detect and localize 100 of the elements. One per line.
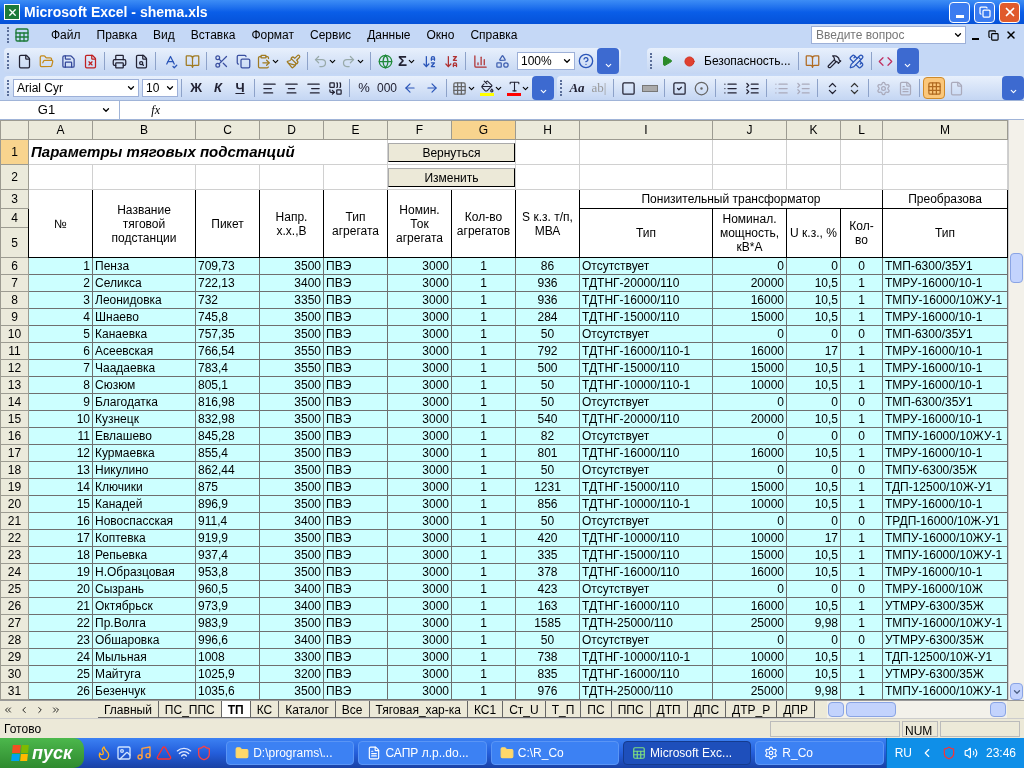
- menu-item[interactable]: Сервис: [302, 25, 360, 45]
- menu-item[interactable]: Данные: [359, 25, 419, 45]
- column-heading: Напр. х.х.,В: [259, 189, 324, 258]
- sheet-tab[interactable]: ТП: [221, 701, 251, 718]
- restore-button[interactable]: [974, 1, 995, 23]
- menu-item[interactable]: Правка: [88, 25, 146, 45]
- column-header[interactable]: K: [786, 120, 841, 140]
- gear-icon: [764, 746, 779, 760]
- column-header[interactable]: D: [259, 120, 324, 140]
- sheet-tab[interactable]: Т_П: [545, 701, 582, 718]
- sheet-tab[interactable]: ПС: [581, 701, 612, 718]
- scroll-thumb[interactable]: [1010, 253, 1023, 283]
- column-heading: Кол-во: [840, 208, 883, 258]
- zoom-field[interactable]: 100%: [517, 52, 575, 70]
- row-header[interactable]: 2: [0, 164, 29, 190]
- toolbar-options-icon[interactable]: [532, 76, 555, 100]
- column-header[interactable]: J: [712, 120, 787, 140]
- return-button[interactable]: Вернуться: [388, 143, 515, 162]
- sheet-tab[interactable]: Главный: [98, 701, 159, 718]
- network-icon[interactable]: [176, 745, 193, 761]
- font-field[interactable]: Arial Cyr: [13, 79, 139, 97]
- sheet-tab[interactable]: ДПС: [687, 701, 727, 718]
- caret-icon: [126, 83, 136, 93]
- column-heading: U к.з., %: [786, 208, 841, 258]
- vertical-scrollbar[interactable]: [1008, 120, 1024, 700]
- column-heading: Тип агрегата: [323, 189, 388, 258]
- sheet-tab[interactable]: Тяговая_хар-ка: [369, 701, 468, 718]
- column-header[interactable]: F: [387, 120, 452, 140]
- taskbar-button[interactable]: C:\R_Co: [490, 741, 620, 765]
- function-button[interactable]: fx: [120, 101, 168, 119]
- close-button[interactable]: [999, 1, 1020, 23]
- sheet-tab[interactable]: ДПР: [777, 701, 815, 718]
- name-box[interactable]: G1: [0, 101, 120, 119]
- menu-item[interactable]: Вставка: [182, 25, 244, 45]
- undo-arrow-icon: [313, 53, 328, 69]
- column-header[interactable]: M: [882, 120, 1008, 140]
- italic-button[interactable]: К: [207, 77, 229, 99]
- horizontal-scrollbar[interactable]: [827, 701, 1007, 718]
- sheet-tab[interactable]: КС1: [468, 701, 504, 718]
- underline-button[interactable]: Ч: [229, 77, 251, 99]
- row-header[interactable]: 5: [0, 227, 29, 258]
- caret-icon: [101, 105, 111, 115]
- column-header[interactable]: H: [515, 120, 580, 140]
- menu-item[interactable]: Окно: [418, 25, 463, 45]
- picture-viewer-icon[interactable]: [116, 745, 133, 761]
- thousands-button[interactable]: 000: [375, 77, 400, 99]
- minimize-button[interactable]: [949, 1, 970, 23]
- sheet-tab[interactable]: Все: [335, 701, 370, 718]
- restore-icon: [978, 6, 991, 18]
- column-header[interactable]: G: [451, 120, 516, 140]
- select-all-corner[interactable]: [0, 120, 29, 140]
- column-header[interactable]: B: [92, 120, 196, 140]
- paint-bucket-icon: [480, 80, 495, 96]
- folder-icon: [499, 746, 514, 760]
- sheet-tab[interactable]: ППС: [611, 701, 651, 718]
- grid-toggle-icon[interactable]: [923, 77, 946, 99]
- last-icon: [51, 704, 61, 715]
- column-heading: S к.з. т/п, МВА: [515, 189, 580, 258]
- column-heading: Номинал. мощность, кВ*А: [712, 208, 787, 258]
- previous-icon: [19, 704, 29, 715]
- bold-button[interactable]: Ж: [185, 77, 207, 99]
- column-header[interactable]: A: [28, 120, 93, 140]
- font-size-field[interactable]: 10: [142, 79, 178, 97]
- taskbar-button[interactable]: D:\programs\...: [226, 741, 355, 765]
- sheet-tab[interactable]: ПС_ППС: [158, 701, 222, 718]
- toolbar-options-icon[interactable]: [896, 48, 919, 74]
- edit-button[interactable]: Изменить: [388, 168, 515, 187]
- grid-icon: [452, 80, 468, 96]
- speaker-icon[interactable]: [963, 746, 978, 760]
- column-heading: Тип: [882, 208, 1008, 258]
- column-header[interactable]: E: [323, 120, 388, 140]
- label-button[interactable]: Aa: [566, 77, 589, 99]
- autosum-button[interactable]: Σ: [396, 50, 418, 72]
- menu-item[interactable]: Формат: [243, 25, 303, 45]
- menu-item[interactable]: Файл: [43, 25, 89, 45]
- toolbar-options-icon[interactable]: [1002, 76, 1024, 100]
- menu-item[interactable]: Справка: [462, 25, 526, 45]
- column-header[interactable]: C: [195, 120, 260, 140]
- close-icon: [1005, 29, 1017, 41]
- column-heading: Название тяговой подстанции: [92, 189, 196, 258]
- toolbar-options-icon[interactable]: [597, 48, 619, 74]
- sheet-tab[interactable]: Ст_U: [503, 701, 546, 718]
- percent-button[interactable]: %: [353, 77, 375, 99]
- taskbar-button[interactable]: Microsoft Exc...: [623, 741, 752, 765]
- security-button[interactable]: Безопасность...: [700, 50, 795, 72]
- sheet-tab[interactable]: ДТР_Р: [726, 701, 778, 718]
- column-heading: Пикет: [195, 189, 260, 258]
- sheet-tab[interactable]: ДТП: [650, 701, 688, 718]
- sheet-tab[interactable]: КС: [250, 701, 280, 718]
- column-header[interactable]: L: [840, 120, 883, 140]
- sheet-tab[interactable]: Каталог: [279, 701, 336, 718]
- column-heading: Тип: [579, 208, 713, 258]
- column-header[interactable]: I: [579, 120, 713, 140]
- row-header[interactable]: 1: [0, 139, 29, 165]
- taskbar-button[interactable]: САПР л.р..do...: [358, 741, 487, 765]
- music-icon[interactable]: [136, 745, 153, 761]
- question-field[interactable]: Введите вопрос: [811, 26, 966, 44]
- next-icon: [35, 704, 45, 715]
- taskbar-button[interactable]: R_Co: [755, 741, 884, 765]
- menu-item[interactable]: Вид: [145, 25, 183, 45]
